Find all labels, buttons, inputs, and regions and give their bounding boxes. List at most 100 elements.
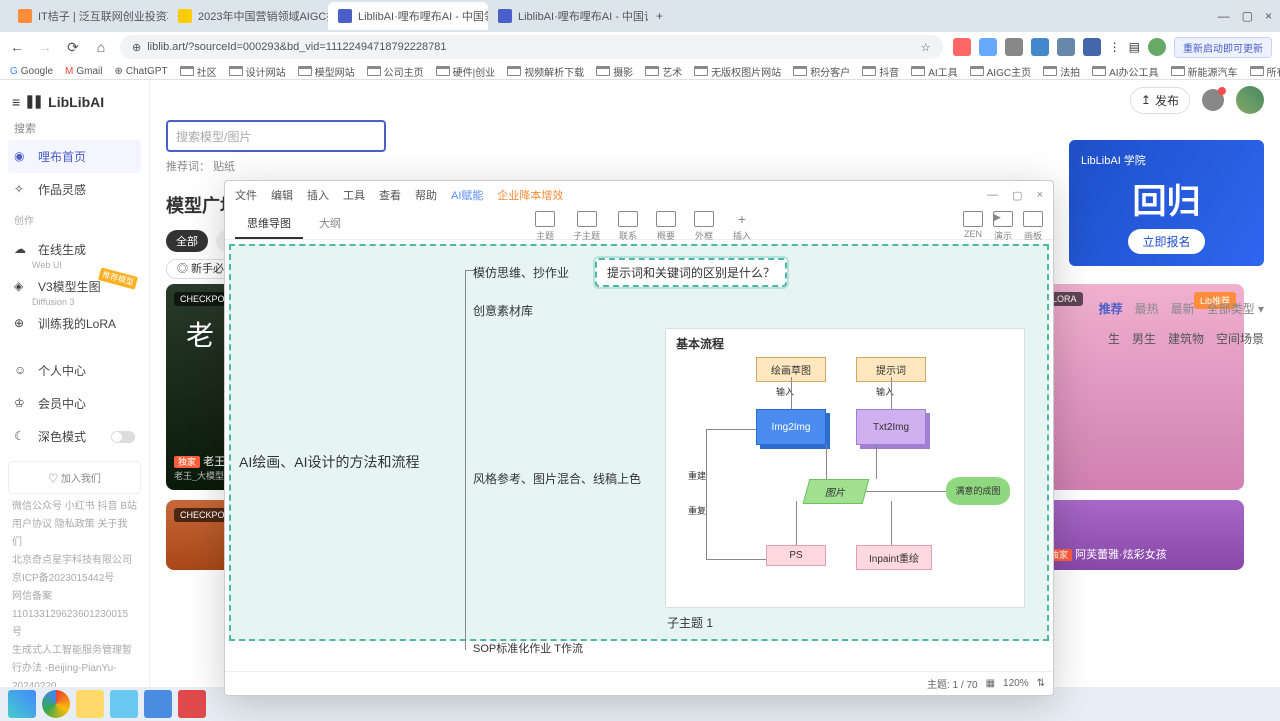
- branch-node[interactable]: SOP标准化作业 T作流: [473, 640, 583, 656]
- forward-icon[interactable]: →: [36, 38, 54, 56]
- back-icon[interactable]: ←: [8, 38, 26, 56]
- mindmap-canvas[interactable]: AI绘画、AI设计的方法和流程 模仿思维、抄作业 提示词和关键词的区别是什么？ …: [225, 240, 1053, 671]
- branch-node[interactable]: 模仿思维、抄作业: [473, 264, 569, 281]
- bookmark[interactable]: GGoogle: [10, 66, 53, 77]
- bookmark[interactable]: 设计网站: [229, 64, 286, 79]
- menu-view[interactable]: 查看: [379, 187, 401, 203]
- menu-ai[interactable]: AI赋能: [451, 187, 483, 203]
- app-icon[interactable]: [178, 690, 206, 718]
- menu-icon[interactable]: ≡: [12, 94, 20, 110]
- sidebar-item-inspiration[interactable]: ✧作品灵感: [8, 173, 141, 206]
- bookmark[interactable]: ⊕ChatGPT: [115, 66, 168, 77]
- ext-icon[interactable]: [979, 38, 997, 56]
- ext-icon[interactable]: [1057, 38, 1075, 56]
- tool-link[interactable]: 联系: [618, 211, 638, 242]
- tab-2[interactable]: LiblibAI·哩布哩布AI - 中国领先×: [328, 2, 488, 30]
- tag[interactable]: 空间场景: [1216, 330, 1264, 347]
- bookmark[interactable]: 法拍: [1043, 64, 1080, 79]
- bookmark[interactable]: AI办公工具: [1092, 64, 1158, 79]
- maximize-icon[interactable]: ▢: [1012, 189, 1022, 202]
- app-icon[interactable]: [110, 690, 138, 718]
- map-icon[interactable]: ▦: [986, 678, 995, 689]
- bookmark[interactable]: 新能源汽车: [1171, 64, 1238, 79]
- menu-help[interactable]: 帮助: [415, 187, 437, 203]
- branch-node[interactable]: 风格参考、图片混合、线稿上色: [473, 470, 641, 487]
- menu-edit[interactable]: 编辑: [271, 187, 293, 203]
- signup-button[interactable]: 立即报名: [1128, 229, 1204, 254]
- sidebar-item-train[interactable]: ⊕训练我的LoRA: [8, 307, 141, 340]
- tab-1[interactable]: 2023年中国营销领域AIGC技术×: [168, 2, 328, 30]
- bookmark[interactable]: 模型网站: [298, 64, 355, 79]
- chip-all[interactable]: 全部: [166, 230, 208, 252]
- sidebar-item-v3[interactable]: ◈V3模型生图推荐模型: [8, 270, 141, 303]
- cart-icon[interactable]: [1202, 89, 1224, 111]
- sugg-chip[interactable]: 贴纸: [213, 161, 235, 173]
- menu-insert[interactable]: 插入: [307, 187, 329, 203]
- tab-outline[interactable]: 大纲: [307, 209, 353, 239]
- tool-zen[interactable]: ZEN: [963, 211, 983, 242]
- tag[interactable]: 男生: [1132, 330, 1156, 347]
- tool-frame[interactable]: 外框: [694, 211, 714, 242]
- bookmark[interactable]: 积分客户: [793, 64, 850, 79]
- side-panel-icon[interactable]: ▤: [1129, 40, 1140, 54]
- zoom-level[interactable]: 120%: [1003, 678, 1029, 689]
- minimize-icon[interactable]: —: [987, 189, 998, 202]
- user-avatar[interactable]: [1236, 86, 1264, 114]
- profile-icon[interactable]: [1148, 38, 1166, 56]
- menu-tools[interactable]: 工具: [343, 187, 365, 203]
- flow-box[interactable]: 图片: [803, 479, 870, 504]
- bookmark[interactable]: 公司主页: [367, 64, 424, 79]
- bookmark[interactable]: MGmail: [65, 66, 102, 77]
- flow-box[interactable]: Inpaint重绘: [856, 545, 932, 570]
- highlighted-node[interactable]: 提示词和关键词的区别是什么？: [595, 258, 787, 287]
- flow-box[interactable]: Txt2Img: [856, 409, 926, 445]
- sidebar-item-profile[interactable]: ☺个人中心: [8, 354, 141, 387]
- tool-theme[interactable]: 主题: [535, 211, 555, 242]
- bookmark[interactable]: AI工具: [911, 64, 957, 79]
- tab-mindmap[interactable]: 思维导图: [235, 209, 303, 239]
- update-button[interactable]: 重新启动即可更新: [1174, 37, 1272, 58]
- subtopic-node[interactable]: 子主题 1: [667, 614, 713, 631]
- flow-box[interactable]: Img2Img: [756, 409, 826, 445]
- zoom-stepper[interactable]: ⇅: [1037, 678, 1045, 689]
- bookmark[interactable]: 抖音: [862, 64, 899, 79]
- bookmark[interactable]: 硬件|创业: [436, 64, 496, 79]
- filter-hot[interactable]: 最热: [1135, 300, 1159, 317]
- menu-enterprise[interactable]: 企业降本增效: [497, 187, 563, 203]
- close-icon[interactable]: ×: [1037, 189, 1043, 202]
- ext-icon[interactable]: [1005, 38, 1023, 56]
- extensions-icon[interactable]: ⋮: [1109, 40, 1121, 54]
- bookmark[interactable]: 无版权图片网站: [694, 64, 781, 79]
- bookmark[interactable]: 社区: [180, 64, 217, 79]
- close-window-icon[interactable]: ×: [1265, 9, 1272, 23]
- root-node[interactable]: AI绘画、AI设计的方法和流程: [239, 452, 419, 472]
- bookmark[interactable]: 艺术: [645, 64, 682, 79]
- minimize-icon[interactable]: —: [1218, 9, 1230, 23]
- sidebar-item-dark[interactable]: ☾深色模式: [8, 420, 141, 453]
- tab-0[interactable]: IT桔子 | 泛互联网创业投资项目×: [8, 2, 168, 30]
- chrome-icon[interactable]: [42, 690, 70, 718]
- publish-button[interactable]: ↥发布: [1130, 87, 1190, 114]
- sidebar-item-member[interactable]: ♔会员中心: [8, 387, 141, 420]
- model-card[interactable]: 独家 阿芙蕾雅·炫彩女孩: [1038, 500, 1244, 570]
- sidebar-item-home[interactable]: ◉哩布首页: [8, 140, 141, 173]
- filter-rec[interactable]: 推荐: [1099, 300, 1123, 317]
- start-icon[interactable]: [8, 690, 36, 718]
- menu-file[interactable]: 文件: [235, 187, 257, 203]
- bookmark[interactable]: 所有书签: [1250, 64, 1280, 79]
- tag[interactable]: 建筑物: [1168, 330, 1204, 347]
- home-icon[interactable]: ⌂: [92, 38, 110, 56]
- ext-icon[interactable]: [1083, 38, 1101, 56]
- explorer-icon[interactable]: [76, 690, 104, 718]
- search-input[interactable]: 搜索模型/图片: [166, 120, 386, 152]
- bookmark[interactable]: AIGC主页: [970, 64, 1031, 79]
- tag[interactable]: 生: [1108, 330, 1120, 347]
- tool-insert[interactable]: +插入: [732, 211, 752, 242]
- filter-new[interactable]: 最新: [1171, 300, 1195, 317]
- tool-summary[interactable]: 概要: [656, 211, 676, 242]
- tool-present[interactable]: ▶演示: [993, 211, 1013, 242]
- ext-icon[interactable]: [1031, 38, 1049, 56]
- toggle[interactable]: [111, 431, 135, 443]
- flow-box[interactable]: PS: [766, 545, 826, 566]
- branch-node[interactable]: 创意素材库: [473, 302, 533, 319]
